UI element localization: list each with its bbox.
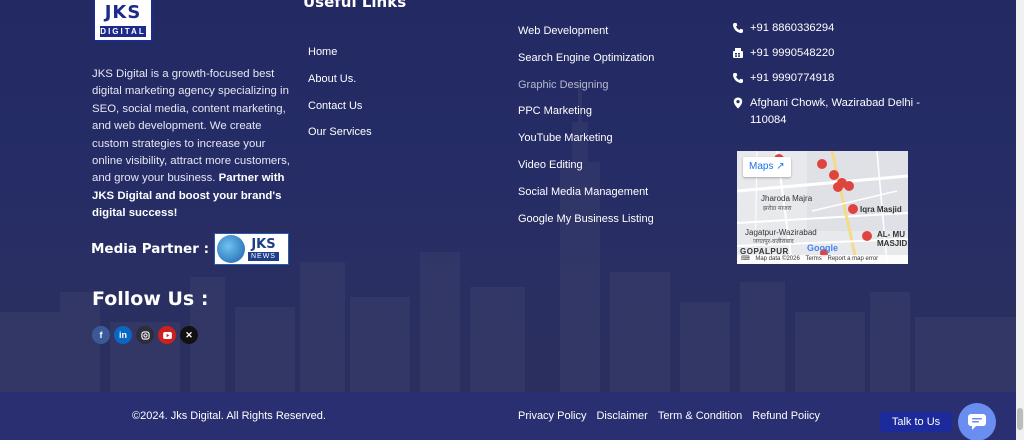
contact-phone-3[interactable]: +91 9990774918 [732,70,922,87]
social-links: f in ✕ [92,326,198,344]
link-refund-policy[interactable]: Refund Poiicy [752,410,820,422]
link-seo[interactable]: Search Engine Optimization [518,51,654,78]
map-label-jagatpur-hindi: जगतपुर-वज़ीराबाद [753,239,794,245]
map-label-iqra: Iqra Masjid [860,205,902,214]
chat-widget-button[interactable] [958,403,996,440]
open-in-maps-button[interactable]: Maps ↗ [743,157,791,177]
logo-main-text: JKS [104,2,142,23]
copyright-text: ©2024. Jks Digital. All Rights Reserved. [132,410,326,422]
phone-3-text: +91 9990774918 [750,72,835,84]
address-text: Afghani Chowk, Wazirabad Delhi - 110084 [750,97,920,126]
jks-news-logo[interactable]: JKS NEWS [213,233,289,265]
map-terms-link[interactable]: Terms [805,256,821,262]
footer-main: JKS DIGITAL JKS Digital is a growth-focu… [0,0,1016,392]
follow-us-title: Follow Us : [92,288,209,310]
link-youtube-marketing[interactable]: YouTube Marketing [518,131,654,158]
phone-2-text: +91 9990548220 [750,47,835,59]
chat-bubble-icon [968,414,986,430]
link-home[interactable]: Home [308,45,372,72]
services-links-column: Web Development Search Engine Optimizati… [518,24,654,238]
facebook-icon[interactable]: f [92,326,110,344]
fax-phone-icon [733,48,743,58]
page-scrollbar[interactable] [1016,0,1024,440]
logo-sub-text: DIGITAL [100,26,146,37]
about-description: JKS Digital is a growth-focused best dig… [92,66,292,223]
link-about-us[interactable]: About Us. [308,72,372,99]
useful-links-column-1: Home About Us. Contact Us Our Services [308,45,372,152]
map-data-text: Map data ©2026 [755,256,800,262]
news-logo-top: JKS [251,236,276,252]
link-contact-us[interactable]: Contact Us [308,99,372,126]
talk-to-us-button[interactable]: Talk to Us [880,412,952,432]
map-report-link[interactable]: Report a map error [827,256,878,262]
map-label-jagatpur: Jagatpur-Wazirabad [745,228,817,237]
link-terms-condition[interactable]: Term & Condition [658,410,742,422]
map-label-masjid: MASJID [877,239,908,248]
keyboard-icon[interactable]: ⌨ [741,256,750,262]
google-logo: Google [807,243,838,253]
link-ppc-marketing[interactable]: PPC Marketing [518,104,654,131]
map-label-jharoda: Jharoda Majra [761,194,813,203]
linkedin-icon[interactable]: in [114,326,132,344]
location-pin-icon [733,97,743,109]
phone-icon [733,73,743,83]
google-map-embed[interactable]: Maps ↗ Jharoda Majra झरोडा माजरा Jagatpu… [737,151,908,264]
scrollbar-thumb[interactable] [1017,408,1023,430]
map-label-jharoda-hindi: झरोडा माजरा [763,206,792,212]
media-partner: Media Partner : JKS NEWS [91,233,289,265]
contact-phone-1[interactable]: +91 8860336294 [732,20,922,37]
link-disclaimer[interactable]: Disclaimer [596,410,647,422]
legal-links: Privacy Policy Disclaimer Term & Conditi… [518,410,830,422]
link-our-services[interactable]: Our Services [308,125,372,152]
link-privacy-policy[interactable]: Privacy Policy [518,410,586,422]
maps-button-label: Maps [749,161,774,172]
contact-phone-2[interactable]: +91 9990548220 [732,45,922,62]
map-label-al-mu: AL- MU [877,230,905,239]
news-logo-bottom: NEWS [247,251,279,261]
media-partner-label: Media Partner : [91,241,209,257]
link-google-my-business[interactable]: Google My Business Listing [518,212,654,239]
phone-1-text: +91 8860336294 [750,22,835,34]
map-attribution-bar: ⌨ Map data ©2026 Terms Report a map erro… [737,255,908,264]
useful-links-title: Useful Links [303,0,407,11]
link-video-editing[interactable]: Video Editing [518,158,654,185]
youtube-icon[interactable] [158,326,176,344]
link-social-media-management[interactable]: Social Media Management [518,185,654,212]
about-text: JKS Digital is a growth-focused best dig… [92,68,290,185]
globe-icon [216,235,245,263]
link-graphic-designing[interactable]: Graphic Designing [518,78,654,105]
phone-icon [733,23,743,33]
jks-digital-logo[interactable]: JKS DIGITAL [93,0,153,42]
contact-address: Afghani Chowk, Wazirabad Delhi - 110084 [732,95,922,129]
x-icon[interactable]: ✕ [180,326,198,344]
link-web-development[interactable]: Web Development [518,24,654,51]
instagram-icon[interactable] [136,326,154,344]
